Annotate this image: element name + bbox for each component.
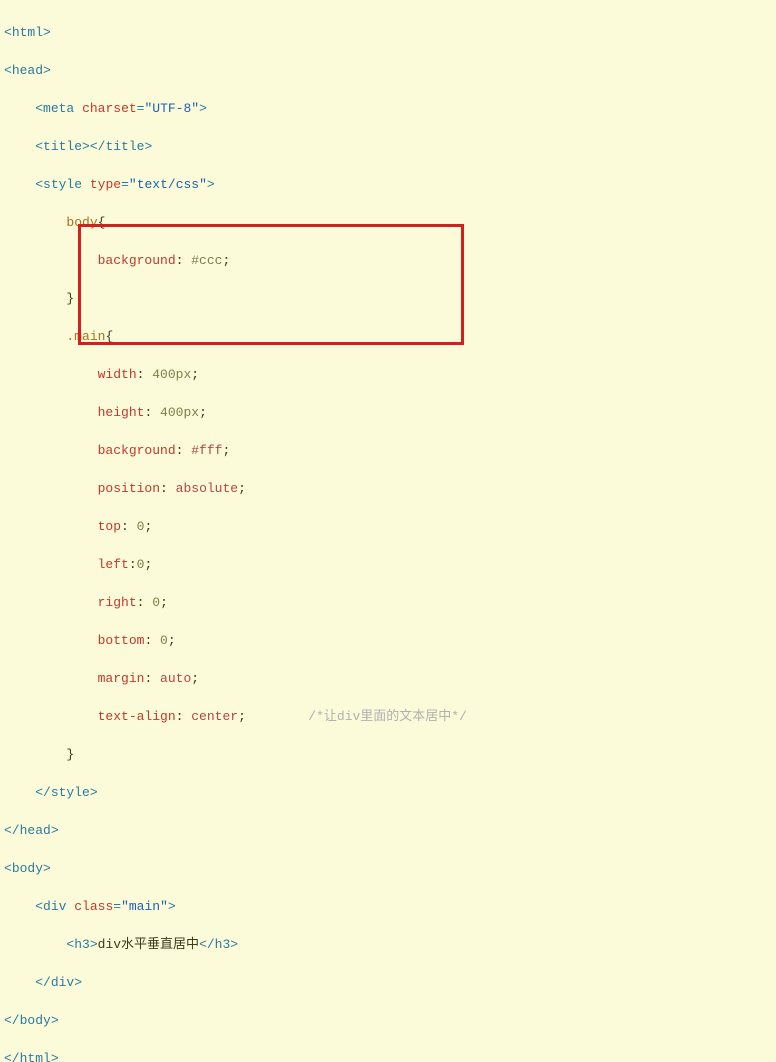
val-fff: #fff <box>183 443 222 458</box>
attr-type: type <box>90 177 121 192</box>
code-line: </style> <box>4 783 772 802</box>
tag-html: html <box>12 25 43 40</box>
code-line: </head> <box>4 821 772 840</box>
code-line: <html> <box>4 23 772 42</box>
tag-meta: meta <box>43 101 74 116</box>
h3-text: div水平垂直居中 <box>98 937 199 952</box>
code-line: } <box>4 745 772 764</box>
val-400px: 400px <box>152 405 199 420</box>
code-line: <head> <box>4 61 772 80</box>
tag-body: body <box>12 861 43 876</box>
val-type: "text/css" <box>129 177 207 192</box>
selector-main: .main <box>66 329 105 344</box>
code-line: position: absolute; <box>4 479 772 498</box>
code-line: bottom: 0; <box>4 631 772 650</box>
prop-margin: margin <box>98 671 145 686</box>
prop-background: background <box>98 253 176 268</box>
code-line: </div> <box>4 973 772 992</box>
code-line: </html> <box>4 1049 772 1062</box>
tag-html-close: html <box>20 1051 51 1062</box>
prop-bottom: bottom <box>98 633 145 648</box>
comment: /*让div里面的文本居中*/ <box>308 709 467 724</box>
prop-background: background <box>98 443 176 458</box>
code-line: width: 400px; <box>4 365 772 384</box>
code-line: <h3>div水平垂直居中</h3> <box>4 935 772 954</box>
tag-div: div <box>43 899 66 914</box>
tag-body-close: body <box>20 1013 51 1028</box>
tag-h3-close: h3 <box>215 937 231 952</box>
val-main: "main" <box>121 899 168 914</box>
code-line: top: 0; <box>4 517 772 536</box>
prop-text-align: text-align <box>98 709 176 724</box>
tag-style: style <box>43 177 82 192</box>
val-center: center <box>183 709 238 724</box>
val-charset: "UTF-8" <box>144 101 199 116</box>
code-line: text-align: center; /*让div里面的文本居中*/ <box>4 707 772 726</box>
val-auto: auto <box>152 671 191 686</box>
attr-class: class <box>74 899 113 914</box>
val-absolute: absolute <box>168 481 238 496</box>
code-line: <title></title> <box>4 137 772 156</box>
code-line: background: #fff; <box>4 441 772 460</box>
prop-right: right <box>98 595 137 610</box>
val-0: 0 <box>129 519 145 534</box>
val-400px: 400px <box>144 367 191 382</box>
tag-div-close: div <box>51 975 74 990</box>
code-line: <div class="main"> <box>4 897 772 916</box>
tag-style-close: style <box>51 785 90 800</box>
selector-body: body <box>66 215 97 230</box>
code-line: background: #ccc; <box>4 251 772 270</box>
code-line: margin: auto; <box>4 669 772 688</box>
code-line: height: 400px; <box>4 403 772 422</box>
val-ccc: #ccc <box>183 253 222 268</box>
prop-width: width <box>98 367 137 382</box>
prop-height: height <box>98 405 145 420</box>
tag-head-close: head <box>20 823 51 838</box>
prop-left: left <box>98 557 129 572</box>
code-line: </body> <box>4 1011 772 1030</box>
code-line: <style type="text/css"> <box>4 175 772 194</box>
prop-position: position <box>98 481 160 496</box>
tag-head: head <box>12 63 43 78</box>
val-0: 0 <box>152 633 168 648</box>
tag-h3: h3 <box>74 937 90 952</box>
code-line: .main{ <box>4 327 772 346</box>
val-0: 0 <box>144 595 160 610</box>
code-line: } <box>4 289 772 308</box>
code-line: <meta charset="UTF-8"> <box>4 99 772 118</box>
code-line: <body> <box>4 859 772 878</box>
prop-top: top <box>98 519 121 534</box>
code-line: left:0; <box>4 555 772 574</box>
attr-charset: charset <box>82 101 137 116</box>
code-block: <html> <head> <meta charset="UTF-8"> <ti… <box>0 0 776 1062</box>
code-line: right: 0; <box>4 593 772 612</box>
tag-title-close: title <box>105 139 144 154</box>
tag-title-open: title <box>43 139 82 154</box>
val-0: 0 <box>137 557 145 572</box>
code-line: body{ <box>4 213 772 232</box>
